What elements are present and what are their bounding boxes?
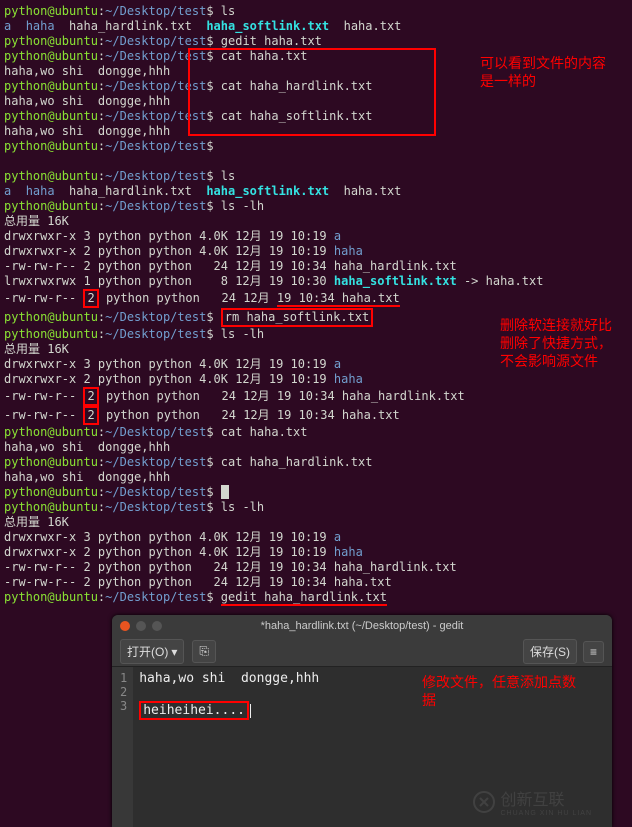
save-button[interactable]: 保存(S) bbox=[523, 639, 577, 664]
watermark: 创新互联 CHUANG XIN HU LIAN bbox=[472, 786, 592, 817]
gedit-editor[interactable]: 123 haha,wo shi dongge,hhh heiheihei....… bbox=[112, 667, 612, 827]
close-icon[interactable] bbox=[120, 621, 130, 631]
gedit-title: *haha_hardlink.txt (~/Desktop/test) - ge… bbox=[120, 620, 604, 632]
gedit-window: *haha_hardlink.txt (~/Desktop/test) - ge… bbox=[112, 615, 612, 827]
minimize-icon[interactable] bbox=[136, 621, 146, 631]
maximize-icon[interactable] bbox=[152, 621, 162, 631]
terminal-output[interactable]: python@ubuntu:~/Desktop/test$ lsa haha h… bbox=[0, 0, 632, 609]
gedit-titlebar[interactable]: *haha_hardlink.txt (~/Desktop/test) - ge… bbox=[112, 615, 612, 637]
line-number-gutter: 123 bbox=[112, 667, 133, 827]
new-doc-icon: ⎘ bbox=[199, 644, 209, 659]
annotation-2: 删除软连接就好比删除了快捷方式，不会影响源文件 bbox=[500, 316, 620, 371]
hamburger-icon: ≡ bbox=[590, 645, 597, 659]
menu-button[interactable]: ≡ bbox=[583, 641, 604, 663]
annotation-1: 可以看到文件的内容是一样的 bbox=[480, 54, 610, 90]
gedit-toolbar: 打开(O) ▾ ⎘ 保存(S) ≡ bbox=[112, 637, 612, 667]
chevron-down-icon: ▾ bbox=[171, 645, 177, 659]
open-button[interactable]: 打开(O) ▾ bbox=[120, 639, 184, 664]
annotation-3: 修改文件，任意添加点数据 bbox=[422, 673, 582, 709]
watermark-logo-icon bbox=[472, 790, 496, 814]
new-tab-button[interactable]: ⎘ bbox=[192, 640, 216, 663]
